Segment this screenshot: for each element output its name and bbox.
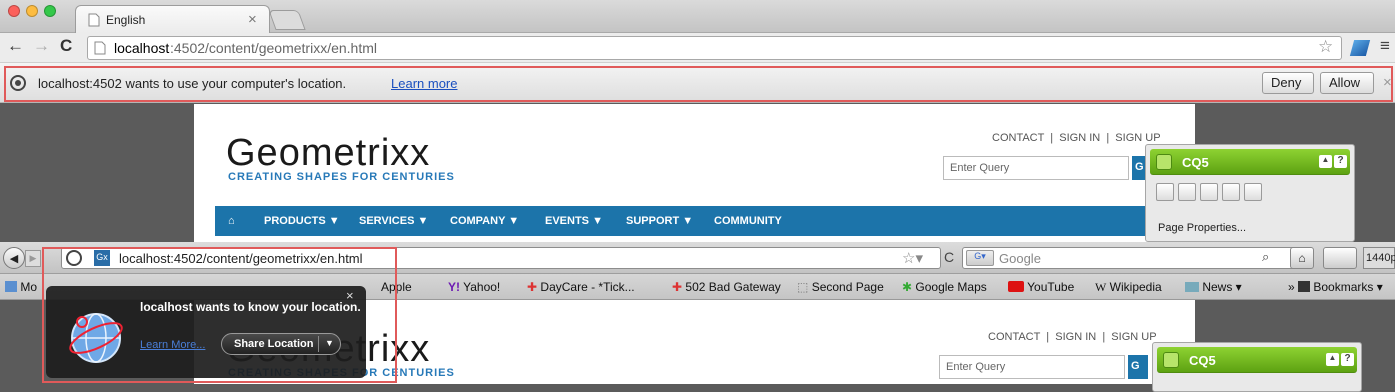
page-icon: ⬚ [797,280,809,294]
cq5-sidekick-ff: CQ5 ▲ ? [1152,342,1362,392]
forward-icon[interactable]: → [33,36,50,56]
bookmark-icon [5,281,17,292]
ff-forward-button[interactable]: ▶ [25,250,41,267]
sign-up-link[interactable]: SIGN UP [1111,331,1156,343]
ff-search-icon[interactable]: ⌕ [1262,249,1269,265]
site-search-button-ff[interactable]: G [1128,355,1148,379]
ff-search-placeholder: Google [999,251,1041,266]
site-search-input-ff[interactable]: Enter Query [939,355,1125,379]
url-path: :4502/content/geometrixx/en.html [170,40,378,56]
back-icon[interactable]: ← [7,36,24,56]
ff-back-button[interactable]: ◀ [3,247,25,269]
browser-tab-english[interactable]: English × [75,5,270,33]
page-properties-item[interactable]: Page Properties... [1158,222,1246,234]
cq5-logo-icon [1156,154,1172,170]
url-host: localhost [114,40,170,56]
components-icon[interactable] [1156,183,1174,201]
collapse-icon[interactable]: ▲ [1326,353,1339,366]
cq5-header[interactable]: CQ5 ▲ ? [1150,149,1350,175]
nav-services[interactable]: SERVICES ▼ [359,215,428,227]
infobar-close-icon[interactable]: × [1383,74,1392,91]
lock-icon[interactable] [1200,183,1218,201]
address-bar[interactable]: localhost:4502/content/geometrixx/en.htm… [87,36,1342,60]
bookmark-news-folder[interactable]: News ▾ [1185,280,1242,294]
sign-in-link[interactable]: SIGN IN [1055,331,1096,343]
learn-more-link[interactable]: Learn more [391,76,457,91]
home-icon[interactable]: ⌂ [228,215,235,227]
bookmarks-icon [1298,281,1311,292]
bookmark-wikipedia[interactable]: W Wikipedia [1095,280,1162,295]
tab-title: English [106,13,146,27]
nav-support[interactable]: SUPPORT ▼ [626,215,693,227]
viewport-size-button[interactable]: 1440px [1363,247,1395,269]
star-bookmark-icon[interactable]: ☆ [1318,37,1333,57]
infobar-message: localhost:4502 wants to use your compute… [38,76,347,91]
chevron-right-icon: » [1288,280,1295,294]
location-icon [10,75,26,91]
maximize-window-icon[interactable] [44,5,56,17]
cq5-header[interactable]: CQ5 ▲ ? [1157,347,1357,373]
nav-community[interactable]: COMMUNITY [714,215,782,227]
page-icon [88,13,100,27]
ff-search-box[interactable]: G▾ Google [962,247,1302,269]
folder-icon [1185,282,1199,292]
bookmarks-menu[interactable]: » Bookmarks ▾ [1288,280,1383,294]
extension-icon[interactable] [1323,247,1357,269]
ff-reload-icon[interactable]: C [944,249,954,265]
bookmark-youtube[interactable]: YouTube [1008,280,1074,294]
help-icon[interactable]: ? [1334,155,1347,168]
contact-link[interactable]: CONTACT [992,132,1044,144]
workflow-icon[interactable] [1244,183,1262,201]
bookmark-google-maps[interactable]: ✱ Google Maps [902,280,987,294]
top-links-ff: CONTACT | SIGN IN | SIGN UP [988,331,1157,343]
wikipedia-icon: W [1095,280,1107,294]
cq5-title: CQ5 [1189,353,1216,368]
highlight-box-ff [42,247,397,383]
nav-events[interactable]: EVENTS ▼ [545,215,603,227]
close-window-icon[interactable] [8,5,20,17]
deny-button[interactable]: Deny [1262,72,1314,94]
maps-icon: ✱ [902,280,913,294]
cq5-logo-icon [1163,352,1179,368]
home-icon[interactable]: ⌂ [1290,247,1314,269]
plus-icon: ✚ [527,280,538,294]
sign-in-link[interactable]: SIGN IN [1059,132,1100,144]
reload-icon[interactable]: C [60,36,72,56]
youtube-icon [1008,281,1024,292]
site-logo[interactable]: Geometrixx [226,132,430,175]
sign-up-link[interactable]: SIGN UP [1115,132,1160,144]
tab-close-icon[interactable]: × [248,11,257,28]
collapse-icon[interactable]: ▲ [1319,155,1332,168]
minimize-window-icon[interactable] [26,5,38,17]
bookmark-yahoo[interactable]: Y! Yahoo! [448,280,500,294]
help-icon[interactable]: ? [1341,353,1354,366]
versioning-icon[interactable] [1222,183,1240,201]
page-icon [94,41,106,55]
contact-link[interactable]: CONTACT [988,331,1040,343]
site-search-input[interactable]: Enter Query [943,156,1129,180]
page-tab-icon[interactable] [1178,183,1196,201]
site-tagline: CREATING SHAPES FOR CENTURIES [228,171,455,183]
top-links: CONTACT | SIGN IN | SIGN UP [992,132,1161,144]
allow-button[interactable]: Allow [1320,72,1374,94]
bookmark-most-visited[interactable]: Mo [5,280,37,294]
star-dropdown-icon[interactable]: ☆▾ [902,249,923,267]
cq5-tabs [1156,183,1296,203]
cq5-title: CQ5 [1182,155,1209,170]
logo-text: Geometrixx [226,132,431,174]
bookmark-second-page[interactable]: ⬚ Second Page [797,280,884,294]
google-engine-icon[interactable]: G▾ [966,250,994,266]
site-navbar: ⌂ PRODUCTS ▼ SERVICES ▼ COMPANY ▼ EVENTS… [215,206,1165,236]
bookmark-502[interactable]: ✚ 502 Bad Gateway [672,280,781,294]
nav-company[interactable]: COMPANY ▼ [450,215,519,227]
plus-icon: ✚ [672,280,683,294]
nav-products[interactable]: PRODUCTS ▼ [264,215,340,227]
yahoo-icon: Y! [448,280,460,294]
menu-icon[interactable]: ≡ [1380,36,1390,56]
bookmark-daycare[interactable]: ✚ DayCare - *Tick... [527,280,635,294]
cq5-sidekick: CQ5 ▲ ? Page Properties... [1145,144,1355,242]
